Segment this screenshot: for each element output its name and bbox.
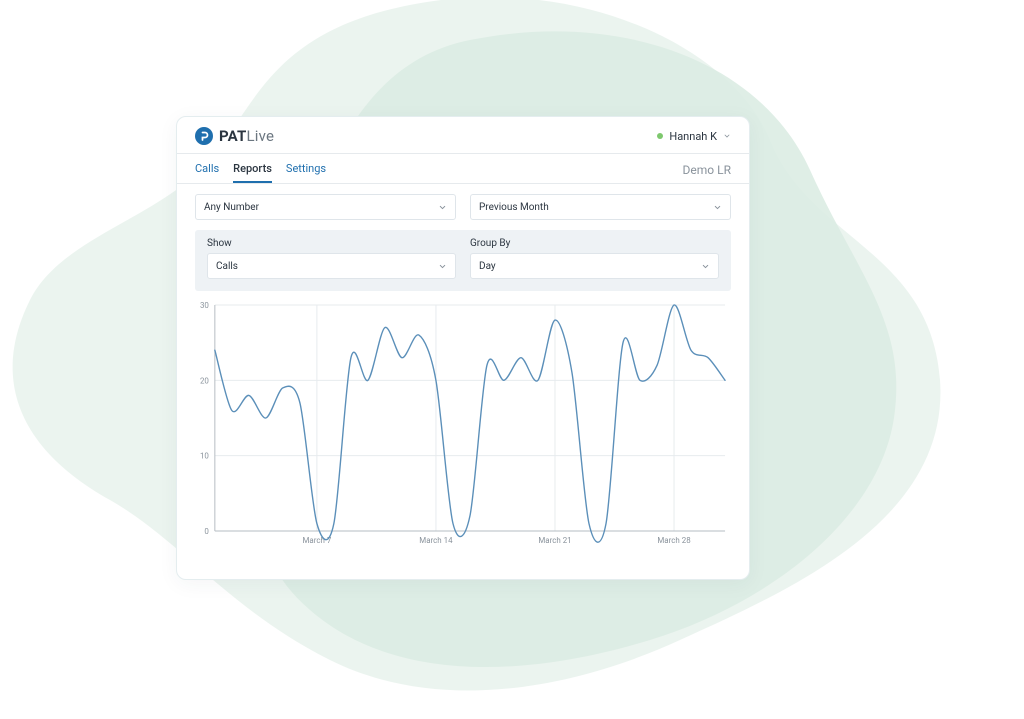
- show-label: Show: [207, 238, 456, 249]
- groupby-select[interactable]: Day: [470, 253, 719, 279]
- brand-logo: PATLive: [195, 127, 274, 145]
- number-select-value: Any Number: [204, 202, 259, 213]
- chevron-down-icon: [438, 203, 447, 212]
- svg-text:March 28: March 28: [657, 536, 691, 545]
- daterange-select-value: Previous Month: [479, 202, 549, 213]
- filters-row: Any Number Previous Month: [177, 184, 749, 220]
- brand-logo-icon: [195, 127, 213, 145]
- account-name: Demo LR: [683, 163, 731, 183]
- show-select[interactable]: Calls: [207, 253, 456, 279]
- tab-calls[interactable]: Calls: [195, 162, 219, 183]
- tab-settings[interactable]: Settings: [286, 162, 326, 183]
- header-bar: PATLive Hannah K: [177, 117, 749, 154]
- groupby-select-value: Day: [479, 261, 496, 272]
- svg-text:0: 0: [204, 527, 209, 536]
- svg-text:March 7: March 7: [302, 536, 331, 545]
- tabs: Calls Reports Settings: [195, 162, 326, 183]
- brand-name-bold: PAT: [219, 127, 247, 145]
- brand-name-light: Live: [247, 127, 275, 145]
- svg-text:30: 30: [200, 301, 209, 310]
- show-select-value: Calls: [216, 261, 238, 272]
- chevron-down-icon: [723, 132, 731, 140]
- tabs-bar: Calls Reports Settings Demo LR: [177, 154, 749, 184]
- calls-chart: 0 10 20 30 March 7 March 14 March 21 March 28: [195, 299, 731, 551]
- status-dot-icon: [657, 133, 663, 139]
- groupby-label: Group By: [470, 238, 719, 249]
- user-name: Hannah K: [669, 130, 717, 143]
- app-window: PATLive Hannah K Calls Reports Settings …: [176, 116, 750, 580]
- svg-text:March 14: March 14: [419, 536, 453, 545]
- svg-text:10: 10: [200, 452, 209, 461]
- tab-reports[interactable]: Reports: [233, 162, 272, 183]
- chevron-down-icon: [713, 203, 722, 212]
- svg-text:March 21: March 21: [538, 536, 571, 545]
- chevron-down-icon: [701, 262, 710, 271]
- number-select[interactable]: Any Number: [195, 194, 456, 220]
- grouping-panel: Show Calls Group By Day: [195, 230, 731, 291]
- chevron-down-icon: [438, 262, 447, 271]
- svg-text:20: 20: [200, 376, 209, 385]
- user-menu[interactable]: Hannah K: [657, 130, 731, 143]
- daterange-select[interactable]: Previous Month: [470, 194, 731, 220]
